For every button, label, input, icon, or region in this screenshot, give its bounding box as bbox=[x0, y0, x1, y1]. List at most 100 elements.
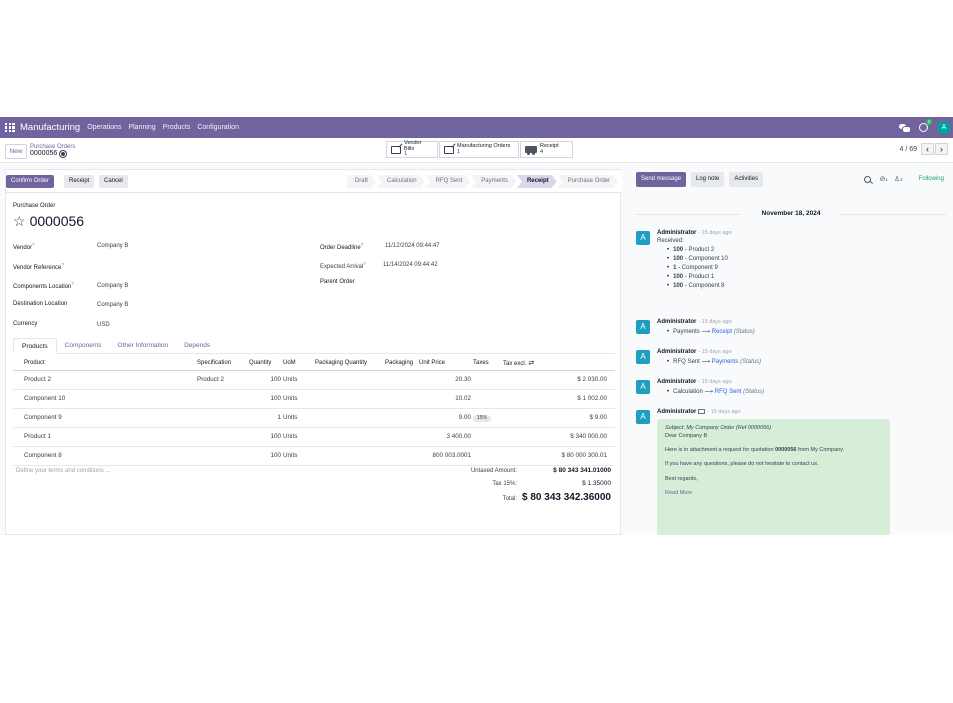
help-icon[interactable]: ? bbox=[71, 281, 74, 286]
cell-packaging-qty[interactable] bbox=[315, 370, 385, 390]
column-options-icon[interactable]: ⇄ bbox=[528, 360, 534, 367]
pager-previous-button[interactable]: ‹ bbox=[921, 143, 934, 155]
stage-purchase-order[interactable]: Purchase Order bbox=[558, 175, 618, 188]
send-message-button[interactable]: Send message bbox=[636, 172, 687, 187]
message-author[interactable]: Administrator bbox=[657, 349, 696, 355]
cell-taxes[interactable] bbox=[473, 370, 503, 390]
cell-product[interactable]: Product 1 bbox=[13, 427, 197, 447]
read-more-link[interactable]: Read More bbox=[665, 490, 882, 497]
cell-uom[interactable]: Units bbox=[283, 408, 315, 428]
pager-next-button[interactable]: › bbox=[935, 143, 948, 155]
tab-other-information[interactable]: Other Information bbox=[110, 338, 177, 353]
components-location-field[interactable]: Company B bbox=[97, 283, 128, 289]
cell-product[interactable]: Component 8 bbox=[13, 446, 197, 466]
column-header[interactable]: Packaging Quantity bbox=[315, 356, 385, 371]
tax-badge[interactable]: 15% bbox=[473, 414, 492, 422]
cell-quantity[interactable]: 100 bbox=[249, 446, 283, 466]
destination-location-field[interactable]: Company B bbox=[97, 302, 128, 308]
stage-payments[interactable]: Payments bbox=[471, 175, 516, 188]
stage-draft[interactable]: Draft bbox=[347, 175, 376, 188]
cell-specification[interactable]: Product 2 bbox=[197, 370, 249, 390]
currency-field[interactable]: USD bbox=[97, 322, 110, 328]
log-note-button[interactable]: Log note bbox=[691, 172, 725, 187]
receipt-smart-button[interactable]: Receipt 4 bbox=[520, 141, 573, 158]
tab-components[interactable]: Components bbox=[57, 338, 110, 353]
vendor-field[interactable]: Company B bbox=[97, 243, 128, 249]
vendor-bills-smart-button[interactable]: Vendor Bills 1 bbox=[386, 141, 438, 158]
avatar[interactable]: A bbox=[636, 320, 650, 334]
confirm-order-button[interactable]: Confirm Order bbox=[6, 175, 55, 188]
user-avatar[interactable]: A bbox=[938, 121, 950, 134]
terms-and-conditions-field[interactable]: Define your terms and conditions ... bbox=[16, 468, 110, 474]
cell-packaging[interactable] bbox=[385, 427, 419, 447]
cell-taxes[interactable] bbox=[473, 389, 503, 409]
tab-depends[interactable]: Depends bbox=[176, 338, 218, 353]
cell-product[interactable]: Component 9 bbox=[13, 408, 197, 428]
cell-product[interactable]: Component 10 bbox=[13, 389, 197, 409]
cell-packaging-qty[interactable] bbox=[315, 389, 385, 409]
cell-unit-price[interactable]: 3 400.00 bbox=[419, 427, 473, 447]
cell-unit-price[interactable]: 10.02 bbox=[419, 389, 473, 409]
column-header[interactable]: Specification bbox=[197, 356, 249, 371]
avatar[interactable]: A bbox=[636, 410, 650, 424]
help-icon[interactable]: ? bbox=[32, 242, 35, 247]
cell-specification[interactable] bbox=[197, 389, 249, 409]
gear-icon[interactable] bbox=[60, 150, 67, 157]
cell-packaging[interactable] bbox=[385, 408, 419, 428]
expected-arrival-field[interactable]: 11/14/2024 09:44:42 bbox=[383, 262, 438, 268]
table-row[interactable]: Component 9 1 Units 9.00 15% $ 9.00 bbox=[13, 408, 615, 428]
help-icon[interactable]: ? bbox=[61, 262, 64, 267]
table-row[interactable]: Product 2 Product 2 100 Units 20.30 $ 2 … bbox=[13, 370, 615, 390]
cell-packaging[interactable] bbox=[385, 389, 419, 409]
activities-button[interactable]: Activities bbox=[729, 172, 764, 187]
cell-specification[interactable] bbox=[197, 408, 249, 428]
table-row[interactable]: Product 1 100 Units 3 400.00 $ 340 000.0… bbox=[13, 427, 615, 447]
column-header[interactable]: UoM bbox=[283, 356, 315, 371]
column-header[interactable]: Product bbox=[13, 356, 197, 371]
cell-quantity[interactable]: 100 bbox=[249, 427, 283, 447]
table-row[interactable]: Component 10 100 Units 10.02 $ 1 002.00 bbox=[13, 389, 615, 409]
cell-quantity[interactable]: 100 bbox=[249, 389, 283, 409]
new-button[interactable]: New bbox=[5, 144, 27, 159]
avatar[interactable]: A bbox=[636, 231, 650, 245]
menu-configuration[interactable]: Configuration bbox=[197, 124, 239, 131]
cell-quantity[interactable]: 100 bbox=[249, 370, 283, 390]
discuss-icon[interactable] bbox=[899, 123, 911, 133]
message-author[interactable]: Administrator bbox=[657, 379, 696, 385]
menu-planning[interactable]: Planning bbox=[128, 124, 155, 131]
tab-products[interactable]: Products bbox=[13, 338, 57, 354]
pager-value[interactable]: 4 / 69 bbox=[899, 146, 917, 153]
receipt-button[interactable]: Receipt bbox=[64, 175, 95, 188]
column-header[interactable]: Packaging bbox=[385, 356, 419, 371]
cell-specification[interactable] bbox=[197, 446, 249, 466]
cell-specification[interactable] bbox=[197, 427, 249, 447]
vendor-reference-field[interactable] bbox=[97, 263, 297, 271]
stage-rfq-sent[interactable]: RFQ Sent bbox=[426, 175, 471, 188]
manufacturing-orders-smart-button[interactable]: Manufacturing Orders 1 bbox=[439, 141, 519, 158]
avatar[interactable]: A bbox=[636, 380, 650, 394]
cell-packaging[interactable] bbox=[385, 370, 419, 390]
cell-uom[interactable]: Units bbox=[283, 389, 315, 409]
message-author[interactable]: Administrator bbox=[657, 409, 696, 415]
column-header[interactable]: Quantity bbox=[249, 356, 283, 371]
star-icon[interactable]: ☆ bbox=[13, 214, 26, 228]
column-header[interactable]: Taxes bbox=[473, 356, 503, 371]
cancel-button[interactable]: Cancel bbox=[99, 175, 128, 188]
cell-packaging[interactable] bbox=[385, 446, 419, 466]
table-row[interactable]: Component 8 100 Units 800 003.0001 $ 80 … bbox=[13, 446, 615, 466]
avatar[interactable]: A bbox=[636, 350, 650, 364]
cell-unit-price[interactable]: 800 003.0001 bbox=[419, 446, 503, 466]
app-name[interactable]: Manufacturing bbox=[20, 122, 80, 133]
order-deadline-field[interactable]: 11/12/2024 09:44:47 bbox=[385, 243, 440, 249]
cell-packaging-qty[interactable] bbox=[315, 427, 385, 447]
message-author[interactable]: Administrator bbox=[657, 319, 696, 325]
cell-uom[interactable]: Units bbox=[283, 446, 315, 466]
cell-taxes[interactable]: 15% bbox=[473, 408, 503, 428]
cell-taxes[interactable] bbox=[473, 427, 503, 447]
help-icon[interactable]: ? bbox=[363, 261, 366, 266]
cell-packaging-qty[interactable] bbox=[315, 408, 385, 428]
help-icon[interactable]: ? bbox=[361, 242, 364, 247]
search-icon[interactable] bbox=[864, 175, 872, 183]
cell-unit-price[interactable]: 9.00 bbox=[419, 408, 473, 428]
stage-calculation[interactable]: Calculation bbox=[377, 175, 425, 188]
